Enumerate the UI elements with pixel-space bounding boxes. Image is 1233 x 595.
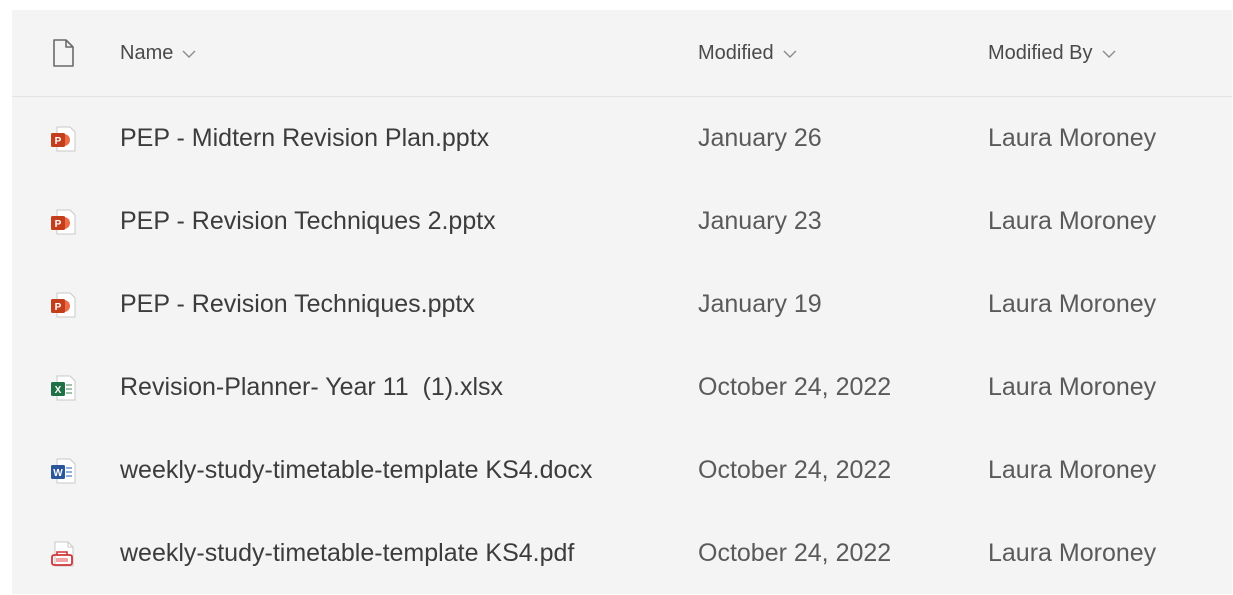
file-icon-cell: P (38, 180, 88, 263)
word-icon: W (51, 458, 76, 483)
svg-text:P: P (55, 219, 62, 230)
table-row[interactable]: P PEP - Revision Techniques.pptx January… (12, 263, 1232, 346)
modified-cell: January 19 (698, 263, 822, 346)
table-row[interactable]: W weekly-study-timetable-template KS4.do… (12, 429, 1232, 512)
pdf-icon (51, 541, 74, 566)
powerpoint-icon: P (51, 209, 76, 234)
modified-by-name: Laura Moroney (988, 290, 1157, 318)
file-icon-cell: P (38, 263, 88, 346)
file-name[interactable]: weekly-study-timetable-template KS4.pdf (120, 539, 574, 568)
svg-text:P: P (55, 302, 62, 313)
modified-by-name: Laura Moroney (988, 124, 1157, 152)
modified-header-label: Modified (698, 41, 774, 64)
document-icon (53, 39, 74, 67)
modified-date: October 24, 2022 (698, 539, 892, 567)
modified-by-cell: Laura Moroney (988, 512, 1156, 595)
modified-cell: January 26 (698, 97, 822, 180)
table-row[interactable]: P PEP - Midtern Revision Plan.pptx Janua… (12, 97, 1232, 180)
table-row[interactable]: P PEP - Revision Techniques 2.pptx Janua… (12, 180, 1232, 263)
modified-date: January 23 (698, 207, 822, 235)
file-type-column-header[interactable] (38, 10, 88, 96)
file-name-cell[interactable]: weekly-study-timetable-template KS4.docx (120, 429, 592, 512)
modified-column-header[interactable]: Modified (698, 10, 798, 96)
modified-cell: October 24, 2022 (698, 429, 891, 512)
modified-date: January 26 (698, 124, 822, 152)
column-header-row: Name Modified Modified By (12, 10, 1232, 97)
file-list: Name Modified Modified By P PEP - Midter… (12, 10, 1232, 594)
file-name[interactable]: PEP - Revision Techniques.pptx (120, 290, 475, 319)
chevron-down-icon (1102, 50, 1115, 58)
modified-by-cell: Laura Moroney (988, 429, 1156, 512)
powerpoint-icon: P (51, 292, 76, 317)
file-name[interactable]: PEP - Revision Techniques 2.pptx (120, 207, 496, 236)
file-name-cell[interactable]: Revision-Planner- Year 11 (1).xlsx (120, 346, 503, 429)
modified-by-name: Laura Moroney (988, 456, 1157, 484)
file-name-cell[interactable]: PEP - Midtern Revision Plan.pptx (120, 97, 489, 180)
modified-date: October 24, 2022 (698, 373, 892, 401)
svg-text:P: P (55, 136, 62, 147)
chevron-down-icon (182, 50, 196, 58)
modified-cell: October 24, 2022 (698, 512, 891, 595)
modified-by-header-label: Modified By (988, 41, 1093, 64)
svg-text:W: W (53, 468, 63, 479)
modified-by-name: Laura Moroney (988, 539, 1157, 567)
modified-cell: October 24, 2022 (698, 346, 891, 429)
file-name[interactable]: Revision-Planner- Year 11 (1).xlsx (120, 373, 503, 402)
file-name-cell[interactable]: weekly-study-timetable-template KS4.pdf (120, 512, 574, 595)
file-icon-cell (38, 512, 88, 595)
powerpoint-icon: P (51, 126, 76, 151)
modified-cell: January 23 (698, 180, 822, 263)
file-icon-cell: X (38, 346, 88, 429)
file-name-cell[interactable]: PEP - Revision Techniques.pptx (120, 263, 475, 346)
excel-icon: X (51, 375, 76, 400)
name-column-header[interactable]: Name (120, 10, 197, 96)
file-name-cell[interactable]: PEP - Revision Techniques 2.pptx (120, 180, 496, 263)
modified-by-cell: Laura Moroney (988, 180, 1156, 263)
table-row[interactable]: X Revision-Planner- Year 11 (1).xlsx Oct… (12, 346, 1232, 429)
modified-by-cell: Laura Moroney (988, 263, 1156, 346)
modified-by-cell: Laura Moroney (988, 97, 1156, 180)
file-icon-cell: W (38, 429, 88, 512)
modified-by-name: Laura Moroney (988, 207, 1157, 235)
modified-date: October 24, 2022 (698, 456, 892, 484)
name-header-label: Name (120, 41, 174, 64)
file-icon-cell: P (38, 97, 88, 180)
modified-by-cell: Laura Moroney (988, 346, 1156, 429)
modified-date: January 19 (698, 290, 822, 318)
file-name[interactable]: weekly-study-timetable-template KS4.docx (120, 456, 592, 485)
chevron-down-icon (783, 50, 797, 58)
modified-by-column-header[interactable]: Modified By (988, 10, 1117, 96)
svg-text:X: X (55, 385, 62, 396)
modified-by-name: Laura Moroney (988, 373, 1157, 401)
table-row[interactable]: weekly-study-timetable-template KS4.pdf … (12, 512, 1232, 595)
file-name[interactable]: PEP - Midtern Revision Plan.pptx (120, 124, 489, 153)
